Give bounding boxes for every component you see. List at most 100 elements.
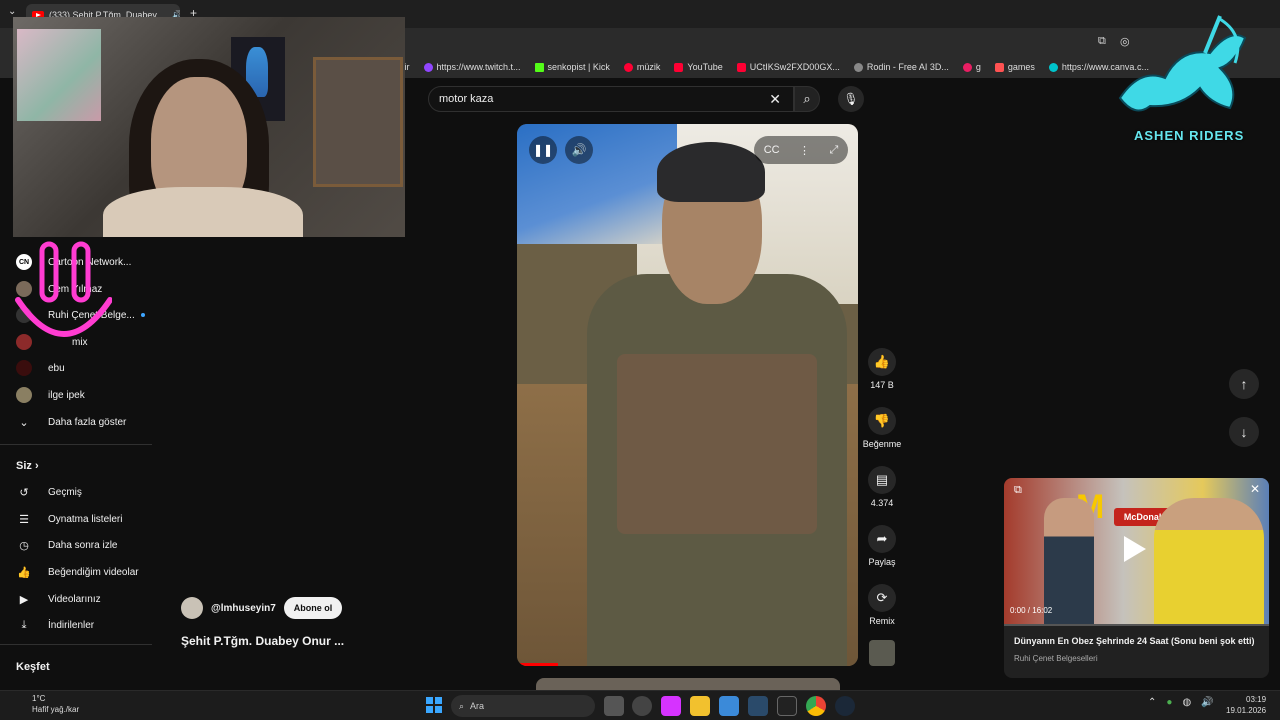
- steam-icon[interactable]: [748, 696, 768, 716]
- chevron-down-icon: ⌄: [19, 416, 29, 429]
- sidebar-subscription[interactable]: ilge ipek: [0, 383, 160, 407]
- play-icon[interactable]: [1124, 536, 1146, 562]
- taskbar-search[interactable]: ⌕ Ara: [451, 695, 595, 717]
- bookmark-item[interactable]: g: [962, 62, 981, 72]
- player-controls: CC ⋮ ⤢: [754, 136, 848, 164]
- mini-player[interactable]: M McDonald's ⧉ ✕ 0:00 / 16:02 Dünyanın E…: [1004, 478, 1269, 678]
- store-icon[interactable]: [719, 696, 739, 716]
- webcam-overlay: [13, 17, 405, 237]
- start-tile: [435, 706, 442, 713]
- bookmark-item[interactable]: senkopist | Kick: [534, 62, 610, 72]
- download-icon: ⤓: [21, 618, 27, 631]
- sidebar-item-downloads[interactable]: ⤓ İndirilenler: [0, 613, 160, 637]
- windows-start-icon[interactable]: [426, 697, 442, 713]
- rodin-icon: [853, 62, 863, 72]
- volume-button[interactable]: 🔊: [565, 136, 593, 164]
- epic-games-icon[interactable]: [777, 696, 797, 716]
- bookmark-item[interactable]: müzik: [623, 62, 660, 72]
- k-icon: [962, 62, 972, 72]
- fullscreen-icon[interactable]: ⤢: [829, 144, 838, 157]
- you-section-heading[interactable]: Siz ›: [16, 460, 39, 472]
- channel-avatar: [16, 387, 32, 403]
- canva-icon: [1048, 62, 1058, 72]
- system-clock[interactable]: 03:19 19.01.2026: [1226, 694, 1266, 716]
- dislike-label: Beğenme: [862, 439, 902, 449]
- voice-search-button[interactable]: 🎙: [838, 86, 864, 112]
- start-tile: [426, 697, 433, 704]
- bookmark-item[interactable]: Rodin - Free AI 3D...: [853, 62, 949, 72]
- tab-search-icon[interactable]: ⌄: [8, 6, 16, 17]
- search-button[interactable]: ⌕: [794, 86, 820, 112]
- expand-icon[interactable]: ⧉: [1014, 484, 1022, 497]
- bookmark-item[interactable]: UCtIKSw2FXD00GX...: [736, 62, 840, 72]
- channel-avatar[interactable]: [181, 597, 203, 619]
- captions-icon[interactable]: CC: [764, 144, 780, 156]
- bookmark-item[interactable]: YouTube: [674, 62, 723, 72]
- share-icon: ➦: [868, 525, 896, 553]
- bookmark-item[interactable]: games: [994, 62, 1035, 72]
- share-button[interactable]: ➦ Paylaş: [862, 525, 902, 567]
- sidebar-item-history[interactable]: ↺ Geçmiş: [0, 480, 160, 504]
- sidebar-item-playlists[interactable]: ☰ Oynatma listeleri: [0, 507, 160, 531]
- ashen-riders-logo: ASHEN RIDERS: [1100, 8, 1270, 148]
- sidebar-item-label: Beğendiğim videolar: [48, 566, 139, 578]
- sidebar-item-liked-videos[interactable]: 👍 Beğendiğim videolar: [0, 560, 160, 584]
- app-icon[interactable]: [632, 696, 652, 716]
- arrow-up-icon: ↑: [1240, 376, 1248, 392]
- chevron-up-icon[interactable]: ⌃: [1148, 697, 1156, 708]
- horse-rider-icon: [1118, 15, 1247, 112]
- steam-icon[interactable]: [835, 696, 855, 716]
- sidebar-item-your-videos[interactable]: ▶ Videolarınız: [0, 587, 160, 611]
- soldier-cap: [657, 142, 765, 202]
- chrome-icon[interactable]: [806, 696, 826, 716]
- twitch-icon: [423, 62, 433, 72]
- dislike-icon: 👎: [868, 407, 896, 435]
- bookmark-item[interactable]: https://www.twitch.t...: [423, 62, 521, 72]
- dislike-button[interactable]: 👎 Beğenme: [862, 407, 902, 449]
- sidebar-item-label: Oynatma listeleri: [48, 513, 123, 525]
- subscribe-button[interactable]: Abone ol: [283, 597, 343, 619]
- video-title[interactable]: Şehit P.Tğm. Duabey Onur ...: [181, 634, 344, 648]
- music-icon: [623, 62, 633, 72]
- show-more-button[interactable]: ⌄ Daha fazla göster: [0, 410, 160, 434]
- mini-player-progress[interactable]: [1004, 624, 1269, 626]
- channel-name[interactable]: @lmhuseyin7: [211, 603, 276, 614]
- clear-search-icon[interactable]: ✕: [769, 91, 781, 108]
- like-count: 147 B: [870, 380, 894, 390]
- file-explorer-icon[interactable]: [690, 696, 710, 716]
- pause-button[interactable]: ❚❚: [529, 136, 557, 164]
- weather-widget[interactable]: 1°C Hafif yağ./kar: [12, 693, 79, 715]
- clock-date: 19.01.2026: [1226, 706, 1267, 715]
- shorts-player[interactable]: ❚❚ 🔊 CC ⋮ ⤢: [517, 124, 858, 666]
- games-icon: [994, 62, 1004, 72]
- like-button[interactable]: 👍 147 B: [862, 348, 902, 390]
- next-short-preview[interactable]: [536, 678, 840, 690]
- video-progress-bar[interactable]: [517, 663, 558, 666]
- comments-button[interactable]: ▤ 4.374: [862, 466, 902, 508]
- network-icon[interactable]: ◍: [1182, 697, 1191, 708]
- app-icon[interactable]: [661, 696, 681, 716]
- close-icon[interactable]: ✕: [1250, 482, 1260, 496]
- youtube-icon: [736, 62, 746, 72]
- microphone-icon[interactable]: ●: [1166, 697, 1172, 708]
- soldier-vest: [617, 354, 817, 534]
- comment-count: 4.374: [870, 498, 894, 508]
- youtube-icon: [674, 62, 684, 72]
- sound-thumbnail[interactable]: [869, 640, 895, 666]
- new-content-dot: [140, 313, 145, 317]
- task-view-icon[interactable]: [604, 696, 624, 716]
- section-title: Siz: [16, 460, 32, 472]
- windows-taskbar: 1°C Hafif yağ./kar ⌕ Ara ⌃ ● ◍ 🔊 03:19 1…: [0, 690, 1280, 720]
- sidebar-item-watch-later[interactable]: ◷ Daha sonra izle: [0, 533, 160, 557]
- sidebar-item-label: ebu: [48, 362, 65, 374]
- search-input[interactable]: motor kaza ✕: [428, 86, 794, 112]
- volume-icon[interactable]: 🔊: [1201, 697, 1213, 708]
- mini-player-title: Dünyanın En Obez Şehrinde 24 Saat (Sonu …: [1014, 636, 1255, 646]
- next-short-button[interactable]: ↓: [1229, 417, 1259, 447]
- sidebar-subscription[interactable]: ebu: [0, 356, 160, 380]
- search-query: motor kaza: [439, 93, 494, 105]
- more-options-icon[interactable]: ⋮: [799, 144, 810, 157]
- previous-short-button[interactable]: ↑: [1229, 369, 1259, 399]
- search-placeholder: Ara: [470, 701, 485, 711]
- remix-button[interactable]: ⟳ Remix: [862, 584, 902, 626]
